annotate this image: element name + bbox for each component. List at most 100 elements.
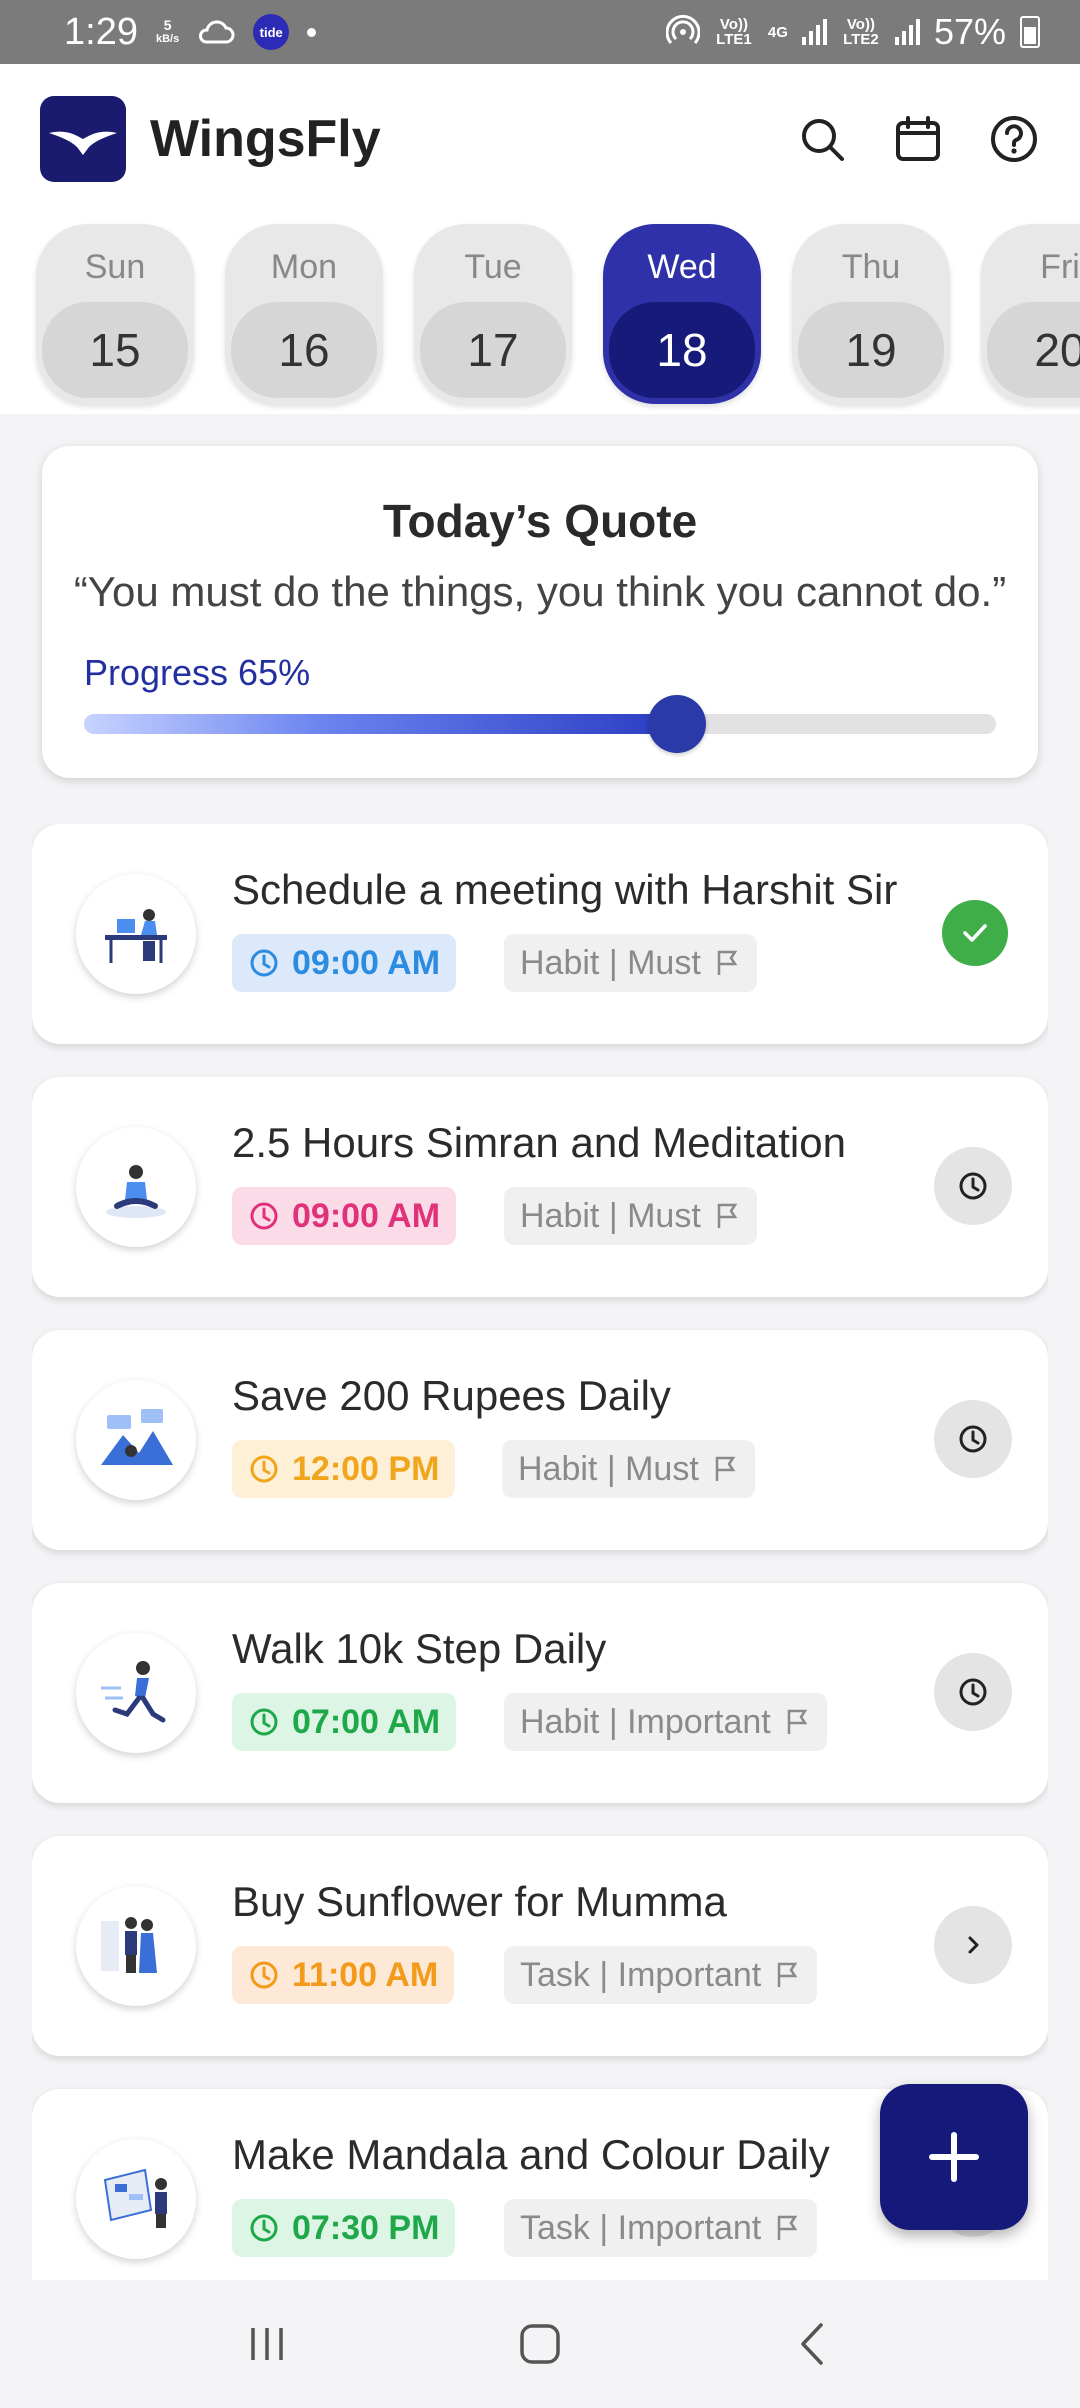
network-speed-unit: kB/s [155, 33, 180, 45]
task-illustration [76, 874, 196, 994]
day-tue[interactable]: Tue 17 [414, 224, 572, 404]
bird-logo-icon [49, 131, 117, 155]
quote-text: “You must do the things, you think you c… [73, 568, 1007, 615]
home-icon [520, 2324, 560, 2364]
running-icon [101, 1661, 166, 1723]
task-card[interactable]: Buy Sunflower for Mumma 11:00 AM Task | … [32, 1836, 1048, 2056]
flag-icon [778, 2215, 798, 2240]
calendar-button[interactable] [892, 113, 944, 165]
signal-icon [801, 19, 827, 45]
flag-icon [717, 950, 738, 975]
task-reminder-button[interactable] [934, 1400, 1012, 1478]
day-number: 16 [231, 302, 377, 398]
back-button[interactable] [773, 2304, 853, 2384]
back-icon [801, 2323, 824, 2365]
system-nav-bar [0, 2280, 1080, 2408]
flag-icon [778, 1962, 798, 1987]
task-illustration [76, 1127, 196, 1247]
task-illustration [76, 2139, 196, 2259]
recent-apps-button[interactable] [227, 2304, 307, 2384]
progress-label: Progress 65% [84, 652, 311, 693]
day-name: Tue [464, 248, 522, 286]
task-tag: Habit | Must [502, 1440, 755, 1498]
check-icon [963, 924, 987, 942]
task-card[interactable]: Schedule a meeting with Harshit Sir 09:0… [32, 824, 1048, 1044]
task-illustration [76, 1886, 196, 2006]
task-title: 2.5 Hours Simran and Meditation [232, 1119, 846, 1166]
task-time-label: 07:00 AM [292, 1702, 441, 1741]
network-speed: 5 kB/s [156, 18, 179, 46]
task-tag-label: Habit | Must [520, 1196, 701, 1235]
task-reminder-button[interactable] [934, 1147, 1012, 1225]
clock-icon [250, 1202, 278, 1230]
day-sun[interactable]: Sun 15 [36, 224, 194, 404]
day-wed-selected[interactable]: Wed 18 [603, 224, 761, 404]
couple-icon [101, 1917, 157, 1973]
plus-icon [929, 2132, 979, 2182]
task-tag: Habit | Must [504, 1187, 757, 1245]
progress-fill [84, 714, 677, 734]
app-header: WingsFly [0, 64, 1080, 214]
task-card[interactable]: Save 200 Rupees Daily 12:00 PM Habit | M… [32, 1330, 1048, 1550]
task-time-label: 09:00 AM [292, 1196, 441, 1235]
flag-icon [717, 1203, 738, 1228]
sim1-label: Vo)) LTE1 [716, 16, 752, 48]
task-time-label: 11:00 AM [292, 1955, 439, 1994]
task-open-button[interactable] [934, 1906, 1012, 1984]
sim2-label: Vo)) LTE2 [843, 16, 879, 48]
help-button[interactable] [988, 113, 1040, 165]
task-title: Make Mandala and Colour Daily [232, 2131, 830, 2178]
day-number: 20 [987, 302, 1080, 398]
cloud-icon [199, 20, 235, 44]
drawing-icon [103, 2168, 167, 2228]
clock-icon [959, 1172, 987, 1200]
tide-label: tide [259, 24, 283, 40]
day-mon[interactable]: Mon 16 [225, 224, 383, 404]
clock-icon [250, 2214, 278, 2242]
task-tag: Task | Important [504, 2199, 818, 2257]
tide-app-icon: tide [253, 14, 290, 50]
day-fri[interactable]: Fri 20 [981, 224, 1080, 404]
status-time: 1:29 [64, 10, 138, 53]
meditation-icon [106, 1165, 166, 1218]
task-card[interactable]: 2.5 Hours Simran and Meditation 09:00 AM… [32, 1077, 1048, 1297]
app-logo [40, 96, 126, 182]
flag-icon [715, 1456, 736, 1481]
task-card[interactable]: Walk 10k Step Daily 07:00 AM Habit | Imp… [32, 1583, 1048, 1803]
home-button[interactable] [500, 2304, 580, 2384]
flag-icon [787, 1709, 808, 1734]
day-thu[interactable]: Thu 19 [792, 224, 950, 404]
clock-icon [250, 1708, 278, 1736]
day-name: Mon [270, 248, 338, 286]
day-number: 19 [798, 302, 944, 398]
recent-apps-icon [250, 2328, 283, 2360]
network-type: 4G [767, 23, 788, 41]
search-button[interactable] [796, 113, 848, 165]
day-selector: Sun 15 Mon 16 Tue 17 Wed 18 Thu 19 Fri 2… [0, 214, 1080, 414]
task-time-label: 12:00 PM [292, 1449, 440, 1488]
task-complete-button[interactable] [942, 900, 1008, 966]
task-time-label: 09:00 AM [292, 943, 441, 982]
task-tag: Habit | Must [504, 934, 757, 992]
battery-icon [1020, 16, 1040, 48]
progress-knob[interactable] [647, 695, 706, 753]
quote-card: Today’s Quote “You must do the things, y… [42, 446, 1038, 778]
task-tag-label: Task | Important [520, 2208, 762, 2247]
task-tag-label: Habit | Must [518, 1449, 699, 1488]
add-task-button[interactable] [880, 2084, 1028, 2230]
task-reminder-button[interactable] [934, 1653, 1012, 1731]
day-name: Wed [647, 248, 717, 286]
task-tag: Habit | Important [504, 1693, 827, 1751]
task-tag-label: Task | Important [520, 1955, 762, 1994]
desk-work-icon [105, 909, 167, 963]
clock-icon [959, 1678, 987, 1706]
task-title: Walk 10k Step Daily [232, 1625, 607, 1672]
app-title: WingsFly [150, 110, 381, 168]
task-time: 09:00 AM [232, 1187, 457, 1245]
task-time: 09:00 AM [232, 934, 457, 992]
task-illustration [76, 1380, 196, 1500]
calendar-icon [896, 116, 940, 161]
help-icon [991, 116, 1037, 162]
savings-icon [101, 1409, 173, 1465]
task-list: Schedule a meeting with Harshit Sir 09:0… [32, 824, 1048, 2280]
